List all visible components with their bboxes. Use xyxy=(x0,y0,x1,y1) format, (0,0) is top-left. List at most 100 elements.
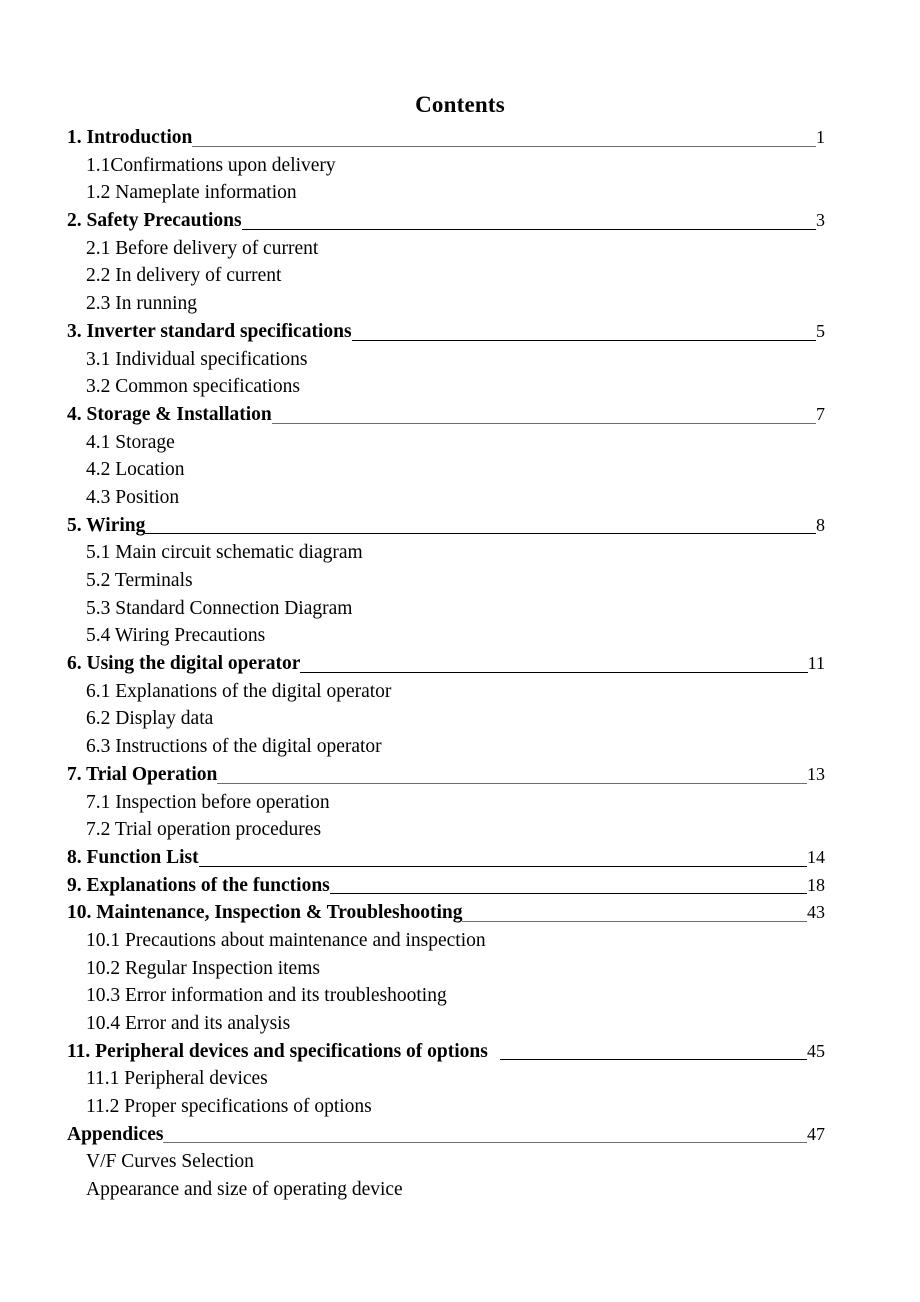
toc-entry-label: 5.1 Main circuit schematic diagram xyxy=(86,542,363,564)
toc-entry-label: 9. Explanations of the functions xyxy=(67,874,330,896)
toc-entry-label: 2.2 In delivery of current xyxy=(86,265,282,287)
toc-chapter-row[interactable]: 1. Introduction 1 xyxy=(67,124,825,152)
toc-section-row[interactable]: 11.2 Proper specifications of options xyxy=(67,1093,825,1121)
toc-entry-label: 10.1 Precautions about maintenance and i… xyxy=(86,929,486,951)
toc-entry-label: 5.3 Standard Connection Diagram xyxy=(86,597,353,619)
toc-chapter-row[interactable]: 9. Explanations of the functions 18 xyxy=(67,872,825,900)
toc-entry-label: 5.4 Wiring Precautions xyxy=(86,625,266,647)
toc-entry-label: 4.2 Location xyxy=(86,459,185,481)
toc-entry-label: 4.1 Storage xyxy=(86,431,175,453)
toc-entry-label: 4. Storage & Installation xyxy=(67,403,272,425)
toc-section-row[interactable]: 4.3 Position xyxy=(67,484,825,512)
toc-page-number: 43 xyxy=(807,902,825,923)
toc-section-row[interactable]: 5.1 Main circuit schematic diagram xyxy=(67,539,825,567)
toc-chapter-row[interactable]: Appendices 47 xyxy=(67,1121,825,1149)
toc-page-number: 11 xyxy=(807,653,825,674)
toc-chapter-row[interactable]: 2. Safety Precautions 3 xyxy=(67,207,825,235)
toc-entry-label: 10.3 Error information and its troublesh… xyxy=(86,985,447,1007)
toc-entry-label: 11.1 Peripheral devices xyxy=(86,1068,268,1090)
toc-entry-label: 3. Inverter standard specifications xyxy=(67,320,352,342)
toc-entry-label: V/F Curves Selection xyxy=(86,1151,254,1173)
toc-entry-label: 2.1 Before delivery of current xyxy=(86,237,319,259)
toc-entry-label: 1.1Confirmations upon delivery xyxy=(86,154,336,176)
toc-section-row[interactable]: 6.2 Display data xyxy=(67,705,825,733)
toc-entry-label: 7. Trial Operation xyxy=(67,763,218,785)
toc-section-row[interactable]: 11.1 Peripheral devices xyxy=(67,1065,825,1093)
toc-leader-line xyxy=(241,228,816,230)
toc-chapter-row[interactable]: 7. Trial Operation 13 xyxy=(67,761,825,789)
toc-entry-label: 3.2 Common specifications xyxy=(86,376,300,398)
toc-entry-label: 8. Function List xyxy=(67,846,199,868)
toc-leader-line xyxy=(271,422,816,424)
toc-page-number: 45 xyxy=(807,1040,825,1061)
toc-entry-label: 5. Wiring xyxy=(67,514,146,536)
toc-leader-line xyxy=(217,782,807,784)
toc-entry-label: 7.1 Inspection before operation xyxy=(86,791,330,813)
toc-chapter-row[interactable]: 6. Using the digital operator 11 xyxy=(67,650,825,678)
toc-section-row[interactable]: 2.2 In delivery of current xyxy=(67,262,825,290)
toc-chapter-row[interactable]: 8. Function List 14 xyxy=(67,844,825,872)
toc-chapter-row[interactable]: 10. Maintenance, Inspection & Troublesho… xyxy=(67,899,825,927)
toc-section-row[interactable]: V/F Curves Selection xyxy=(67,1148,825,1176)
toc-entry-label: Appearance and size of operating device xyxy=(86,1179,403,1201)
toc-entry-label: 1. Introduction xyxy=(67,127,193,148)
toc-leader-line xyxy=(300,671,808,673)
toc-section-row[interactable]: Appearance and size of operating device xyxy=(67,1176,825,1204)
toc-leader-line xyxy=(198,865,807,867)
toc-entry-label: 2. Safety Precautions xyxy=(67,210,242,232)
toc-entry-label: 6. Using the digital operator xyxy=(67,653,301,675)
toc-entry-label: 4.3 Position xyxy=(86,486,180,508)
toc-section-row[interactable]: 4.1 Storage xyxy=(67,429,825,457)
toc-section-row[interactable]: 7.2 Trial operation procedures xyxy=(67,816,825,844)
toc-section-row[interactable]: 5.3 Standard Connection Diagram xyxy=(67,595,825,623)
toc-entry-label: 6.2 Display data xyxy=(86,708,214,730)
page-title: Contents xyxy=(415,92,505,118)
toc-leader-line xyxy=(351,339,816,341)
toc-section-row[interactable]: 1.2 Nameplate information xyxy=(67,179,825,207)
toc-leader-line xyxy=(192,145,816,147)
toc-leader-line xyxy=(145,533,816,535)
toc-page-number: 5 xyxy=(816,320,825,341)
toc-page-number: 7 xyxy=(816,403,825,424)
toc-section-row[interactable]: 10.2 Regular Inspection items xyxy=(67,955,825,983)
toc-page-number: 1 xyxy=(816,127,825,147)
toc-leader-line xyxy=(329,893,807,895)
toc-page-number: 3 xyxy=(816,210,825,231)
toc-section-row[interactable]: 2.3 In running xyxy=(67,290,825,318)
toc-section-row[interactable]: 5.4 Wiring Precautions xyxy=(67,622,825,650)
toc-chapter-row[interactable]: 4. Storage & Installation 7 xyxy=(67,401,825,429)
toc-entry-label: 11.2 Proper specifications of options xyxy=(86,1096,372,1118)
table-of-contents: 1. Introduction 1 1.1Confirmations upon de… xyxy=(67,124,825,1204)
toc-chapter-row[interactable]: 3. Inverter standard specifications 5 xyxy=(67,318,825,346)
toc-section-row[interactable]: 2.1 Before delivery of current xyxy=(67,235,825,263)
toc-section-row[interactable]: 1.1Confirmations upon delivery xyxy=(67,152,825,180)
toc-entry-label: 7.2 Trial operation procedures xyxy=(86,819,322,841)
toc-leader-line xyxy=(462,920,807,922)
toc-entry-label: 6.3 Instructions of the digital operator xyxy=(86,736,382,758)
toc-section-row[interactable]: 4.2 Location xyxy=(67,456,825,484)
toc-section-row[interactable]: 10.3 Error information and its troublesh… xyxy=(67,982,825,1010)
toc-leader-line xyxy=(163,1142,807,1144)
toc-entry-label: 10.2 Regular Inspection items xyxy=(86,957,320,979)
toc-section-row[interactable]: 6.3 Instructions of the digital operator xyxy=(67,733,825,761)
toc-section-row[interactable]: 10.1 Precautions about maintenance and i… xyxy=(67,927,825,955)
toc-entry-label: Appendices xyxy=(67,1123,164,1145)
toc-section-row[interactable]: 5.2 Terminals xyxy=(67,567,825,595)
toc-page-number: 18 xyxy=(807,874,825,895)
toc-section-row[interactable]: 10.4 Error and its analysis xyxy=(67,1010,825,1038)
toc-entry-label: 1.2 Nameplate information xyxy=(86,182,297,204)
toc-chapter-row[interactable]: 5. Wiring 8 xyxy=(67,512,825,540)
toc-entry-label: 3.1 Individual specifications xyxy=(86,348,308,370)
toc-section-row[interactable]: 3.1 Individual specifications xyxy=(67,346,825,374)
toc-page-number: 13 xyxy=(807,763,825,784)
toc-leader-line xyxy=(499,1059,807,1061)
toc-page-number: 8 xyxy=(816,514,825,535)
toc-page-number: 14 xyxy=(807,846,825,867)
toc-chapter-row[interactable]: 11. Peripheral devices and specification… xyxy=(67,1038,825,1066)
toc-section-row[interactable]: 3.2 Common specifications xyxy=(67,373,825,401)
toc-entry-label: 10.4 Error and its analysis xyxy=(86,1013,291,1034)
document-page: Contents 1. Introduction 1 1.1Confirmation… xyxy=(0,0,920,1302)
toc-entry-label: 10. Maintenance, Inspection & Troublesho… xyxy=(67,902,463,924)
toc-section-row[interactable]: 6.1 Explanations of the digital operator xyxy=(67,678,825,706)
toc-section-row[interactable]: 7.1 Inspection before operation xyxy=(67,789,825,817)
